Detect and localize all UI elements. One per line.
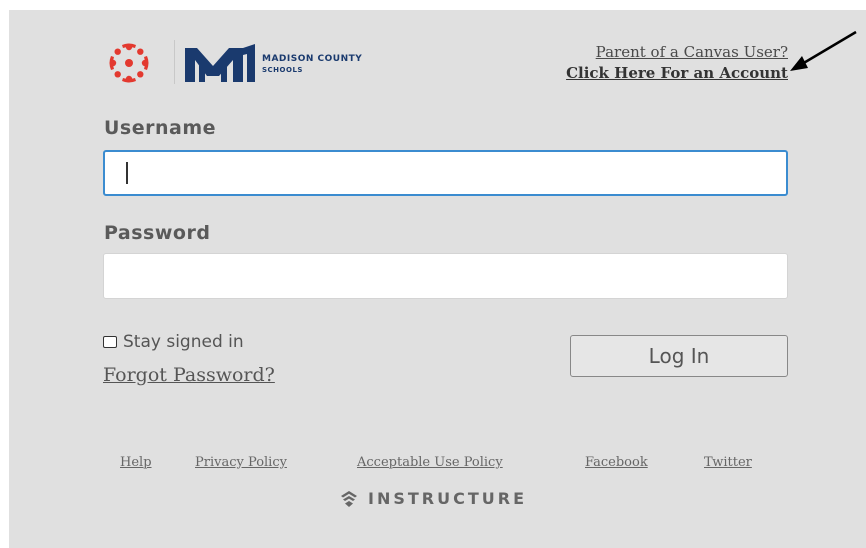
footer-link-twitter[interactable]: Twitter (704, 455, 752, 470)
password-label: Password (104, 222, 211, 244)
stay-signed-in-label[interactable]: Stay signed in (123, 332, 244, 352)
username-label: Username (104, 117, 217, 139)
text-caret (126, 162, 128, 184)
footer-link-acceptable-use-policy[interactable]: Acceptable Use Policy (357, 455, 503, 470)
arrow-icon (790, 30, 857, 71)
madison-county-logo-icon (185, 44, 255, 82)
school-name-subtitle: SCHOOLS (262, 66, 303, 74)
parent-account-links: Parent of a Canvas User? Click Here For … (566, 42, 788, 84)
username-input[interactable] (103, 150, 788, 196)
parent-account-link[interactable]: Click Here For an Account (566, 63, 788, 84)
instructure-wordmark: INSTRUCTURE (368, 489, 527, 508)
password-input[interactable] (103, 253, 788, 299)
footer-link-privacy-policy[interactable]: Privacy Policy (195, 455, 287, 470)
stay-signed-in-row[interactable]: Stay signed in (103, 332, 244, 352)
parent-question-link[interactable]: Parent of a Canvas User? (566, 42, 788, 63)
stay-signed-in-checkbox[interactable] (103, 336, 117, 348)
footer-link-help[interactable]: Help (120, 455, 152, 470)
instructure-logo-icon (341, 490, 357, 507)
login-button[interactable]: Log In (570, 335, 788, 377)
logo-divider (174, 40, 175, 84)
school-name: MADISON COUNTY (262, 54, 363, 64)
footer-link-facebook[interactable]: Facebook (585, 455, 648, 470)
canvas-logo-icon (109, 43, 149, 83)
forgot-password-link[interactable]: Forgot Password? (103, 364, 275, 386)
instructure-brand: INSTRUCTURE (340, 489, 527, 508)
